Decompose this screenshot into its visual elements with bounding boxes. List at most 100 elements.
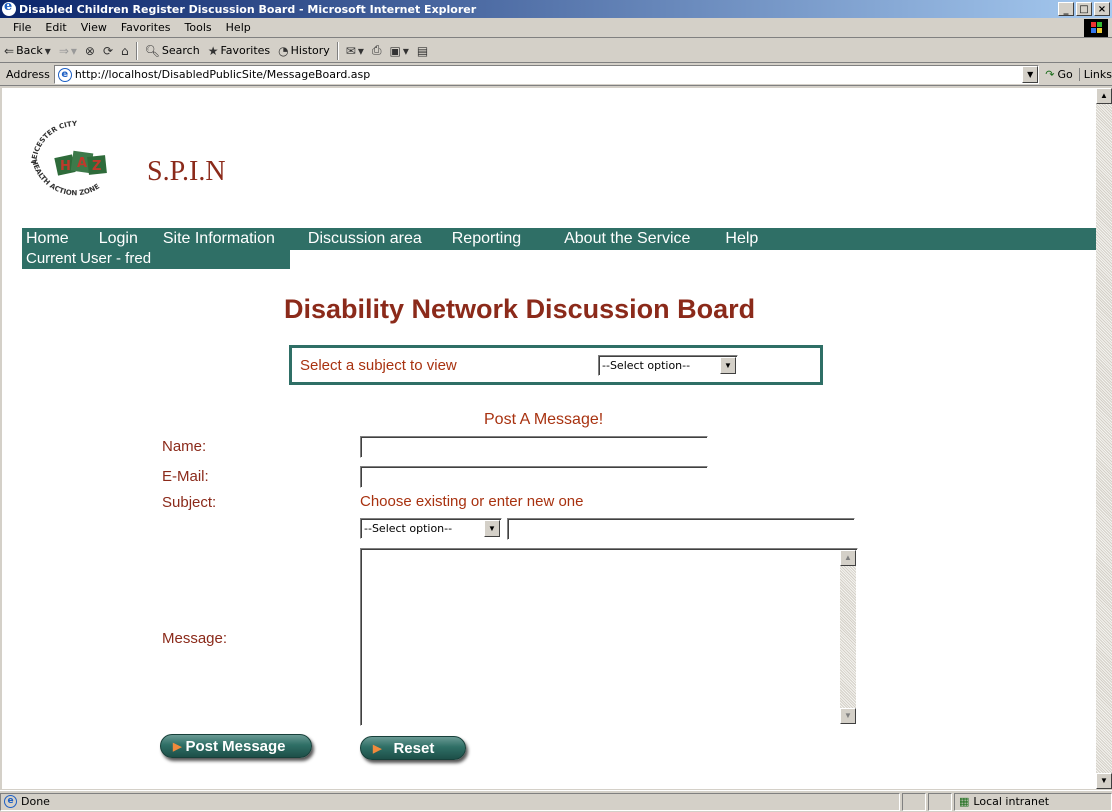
scroll-up-icon[interactable]: ▲ bbox=[840, 550, 856, 566]
status-panel-security bbox=[928, 792, 952, 811]
address-bar: Address e http://localhost/DisabledPubli… bbox=[0, 64, 1112, 86]
email-label: E-Mail: bbox=[162, 468, 209, 485]
leicester-haz-logo: LEICESTER CITY HEALTH ACTION ZONE H A Z bbox=[22, 112, 142, 197]
edit-dropdown-icon: ▾ bbox=[402, 43, 409, 58]
discuss-icon: ▤ bbox=[416, 43, 429, 58]
menu-edit[interactable]: Edit bbox=[38, 21, 73, 34]
go-label: Go bbox=[1057, 68, 1073, 81]
zone-text: Local intranet bbox=[973, 795, 1050, 808]
chevron-down-icon[interactable]: ▼ bbox=[720, 356, 736, 374]
nav-site-information[interactable]: Site Information bbox=[163, 230, 275, 248]
scroll-down-icon[interactable]: ▼ bbox=[840, 708, 856, 724]
page-title: Disability Network Discussion Board bbox=[284, 294, 756, 324]
home-button[interactable]: ⌂ bbox=[117, 44, 133, 58]
nav-discussion-area[interactable]: Discussion area bbox=[308, 230, 422, 248]
status-panel: e Done bbox=[0, 792, 900, 811]
address-dropdown-icon[interactable]: ▼ bbox=[1022, 66, 1039, 83]
links-button[interactable]: Links bbox=[1078, 68, 1112, 81]
message-scrollbar[interactable]: ▲ ▼ bbox=[840, 550, 856, 724]
nav-login[interactable]: Login bbox=[99, 230, 138, 248]
internet-explorer-icon bbox=[2, 0, 16, 16]
favorites-label: Favorites bbox=[220, 44, 271, 57]
toolbar: ⇐ Back ▾ ⇒ ▾ ⊗ ⟳ ⌂ 🔍︎ Search ★ Favorites… bbox=[0, 39, 1112, 63]
mail-dropdown-icon: ▾ bbox=[357, 43, 364, 58]
message-textarea[interactable]: ▲ ▼ bbox=[360, 548, 858, 726]
go-button[interactable]: ↷ Go bbox=[1039, 68, 1078, 81]
menu-view[interactable]: View bbox=[74, 21, 114, 34]
nav-about-the-service[interactable]: About the Service bbox=[564, 230, 690, 248]
status-panel-progress bbox=[902, 792, 926, 811]
go-arrow-icon: ↷ bbox=[1045, 68, 1055, 81]
menu-tools[interactable]: Tools bbox=[178, 21, 219, 34]
local-intranet-icon: ▦ bbox=[959, 795, 970, 808]
word-edit-icon: ▣ bbox=[389, 43, 401, 58]
site-brand: S.P.I.N bbox=[147, 156, 226, 187]
search-button[interactable]: 🔍︎ Search bbox=[141, 44, 204, 58]
subject-filter-box: Select a subject to view --Select option… bbox=[289, 345, 823, 385]
subject-label: Subject: bbox=[162, 494, 217, 511]
status-bar: e Done ▦ Local intranet bbox=[0, 790, 1112, 812]
menu-bar: File Edit View Favorites Tools Help bbox=[0, 18, 1112, 38]
windows-logo-icon bbox=[1084, 19, 1108, 37]
address-url[interactable]: http://localhost/DisabledPublicSite/Mess… bbox=[75, 68, 1022, 81]
title-bar: Disabled Children Register Discussion Bo… bbox=[0, 0, 1112, 18]
email-input[interactable] bbox=[360, 466, 708, 488]
nav-reporting[interactable]: Reporting bbox=[452, 230, 521, 248]
nav-home[interactable]: Home bbox=[26, 230, 69, 248]
svg-text:Z: Z bbox=[92, 159, 101, 174]
reset-button[interactable]: ▶ Reset bbox=[360, 736, 466, 760]
subject-hint: Choose existing or enter new one bbox=[360, 493, 584, 510]
forward-button[interactable]: ⇒ ▾ bbox=[55, 44, 81, 58]
history-button[interactable]: ◔ History bbox=[274, 44, 334, 58]
print-icon: ⎙ bbox=[371, 43, 382, 57]
subject-filter-select[interactable]: --Select option-- ▼ bbox=[598, 354, 738, 376]
post-message-label: Post Message bbox=[185, 737, 286, 755]
menu-help[interactable]: Help bbox=[219, 21, 258, 34]
address-label: Address bbox=[6, 68, 50, 81]
subject-select-value: --Select option-- bbox=[364, 522, 453, 535]
refresh-icon: ⟳ bbox=[102, 43, 114, 58]
menu-favorites[interactable]: Favorites bbox=[114, 21, 178, 34]
history-icon: ◔ bbox=[278, 43, 289, 58]
mail-button[interactable]: ✉ ▾ bbox=[342, 44, 368, 58]
close-button[interactable]: × bbox=[1094, 2, 1110, 16]
page-scrollbar[interactable]: ▲ ▼ bbox=[1096, 88, 1112, 789]
back-button[interactable]: ⇐ Back ▾ bbox=[0, 44, 55, 58]
scroll-down-icon[interactable]: ▼ bbox=[1096, 773, 1112, 789]
forward-arrow-icon: ⇒ bbox=[58, 43, 69, 58]
post-message-button[interactable]: ▶ Post Message bbox=[160, 734, 312, 758]
new-subject-input[interactable] bbox=[507, 518, 855, 540]
menu-file[interactable]: File bbox=[6, 21, 38, 34]
nav-help[interactable]: Help bbox=[725, 230, 758, 248]
print-button[interactable]: ⎙ bbox=[368, 43, 386, 58]
play-arrow-icon: ▶ bbox=[373, 742, 382, 755]
minimize-button[interactable]: _ bbox=[1058, 2, 1074, 16]
reset-label: Reset bbox=[393, 739, 435, 757]
address-field[interactable]: e http://localhost/DisabledPublicSite/Me… bbox=[53, 65, 1040, 84]
refresh-button[interactable]: ⟳ bbox=[99, 44, 117, 58]
current-user-label: Current User - fred bbox=[22, 250, 290, 269]
edit-button[interactable]: ▣ ▾ bbox=[385, 44, 412, 58]
svg-text:A: A bbox=[77, 156, 87, 171]
stop-icon: ⊗ bbox=[84, 43, 95, 58]
toolbar-separator bbox=[135, 41, 138, 60]
chevron-down-icon[interactable]: ▼ bbox=[484, 520, 500, 537]
stop-button[interactable]: ⊗ bbox=[81, 44, 99, 58]
scroll-up-icon[interactable]: ▲ bbox=[1096, 88, 1112, 104]
site-navbar: Home Login Site Information Discussion a… bbox=[22, 228, 1096, 250]
page-done-icon: e bbox=[4, 795, 17, 808]
subject-filter-label: Select a subject to view bbox=[300, 356, 457, 374]
play-arrow-icon: ▶ bbox=[173, 740, 182, 753]
toolbar-separator bbox=[336, 41, 339, 60]
home-icon: ⌂ bbox=[121, 43, 129, 58]
page-icon: e bbox=[57, 67, 72, 82]
zone-panel: ▦ Local intranet bbox=[954, 792, 1112, 811]
favorites-button[interactable]: ★ Favorites bbox=[204, 44, 274, 58]
history-label: History bbox=[290, 44, 330, 57]
name-input[interactable] bbox=[360, 436, 708, 458]
maximize-button[interactable]: □ bbox=[1076, 2, 1092, 16]
post-message-title: Post A Message! bbox=[484, 411, 604, 428]
name-label: Name: bbox=[162, 438, 207, 455]
subject-select[interactable]: --Select option-- ▼ bbox=[360, 518, 502, 539]
discuss-button[interactable]: ▤ bbox=[413, 44, 432, 58]
